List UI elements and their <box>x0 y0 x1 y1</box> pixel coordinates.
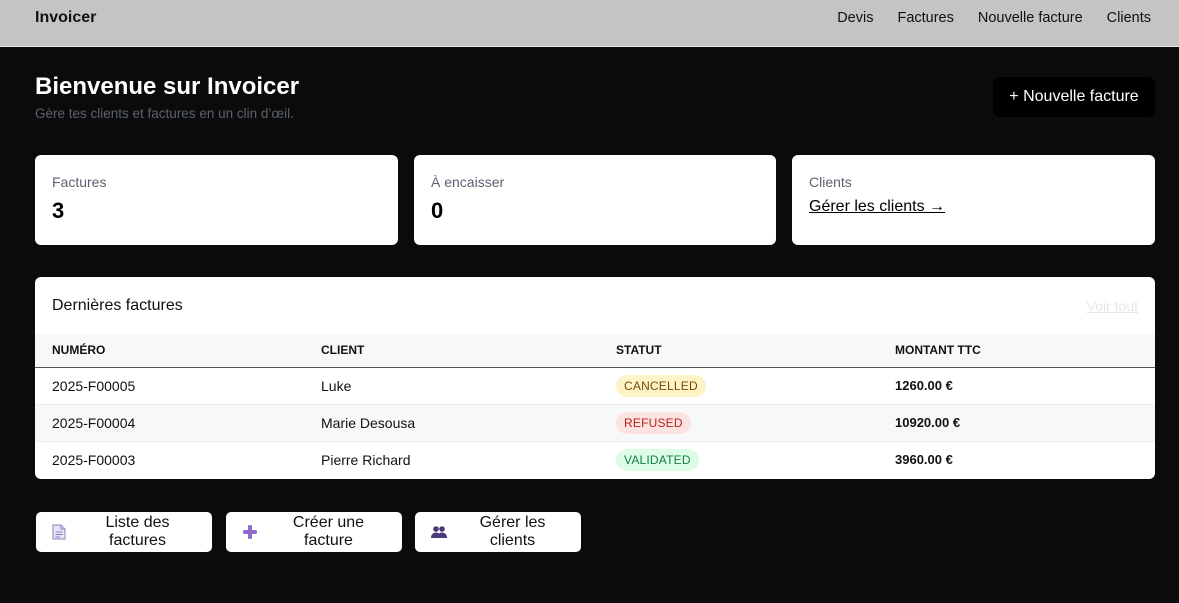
quick-action-manage-clients[interactable]: Gérer les clients <box>415 512 581 552</box>
manage-clients-link[interactable]: Gérer les clients → <box>809 198 1138 216</box>
invoice-client: Marie Desousa <box>304 404 599 442</box>
table-header-row: NUMÉRO CLIENT STATUT MONTANT TTC <box>35 334 1155 368</box>
stat-card-clients: Clients Gérer les clients → <box>792 155 1155 245</box>
invoice-amount: 1260.00 € <box>878 367 1155 405</box>
invoice-amount: 3960.00 € <box>895 452 953 468</box>
top-navbar: Invoicer Devis Factures Nouvelle facture… <box>0 0 1179 47</box>
status-badge: CANCELLED <box>616 374 706 397</box>
invoice-client: Pierre Richard <box>321 451 411 468</box>
page-subtitle: Gère tes clients et factures en un clin … <box>35 106 294 121</box>
column-header-status: STATUT <box>599 334 878 368</box>
new-invoice-button[interactable]: + Nouvelle facture <box>993 77 1155 117</box>
table-row[interactable]: 2025-F00005 Luke CANCELLED 1260.00 € <box>35 367 1155 405</box>
invoices-table: NUMÉRO CLIENT STATUT MONTANT TTC 2025-F0… <box>35 334 1155 478</box>
quick-action-label: Liste des factures <box>105 514 170 549</box>
document-icon <box>52 524 66 540</box>
quick-action-label: Gérer les clients <box>479 514 546 549</box>
invoice-client: Luke <box>304 367 599 405</box>
nav-item-nouvelle-facture[interactable]: Nouvelle facture <box>978 10 1083 26</box>
stat-card-to-collect: À encaisser 0 <box>414 155 776 245</box>
invoice-number: 2025-F00005 <box>35 367 304 405</box>
column-header-client: CLIENT <box>304 334 599 368</box>
nav-item-clients[interactable]: Clients <box>1107 10 1151 26</box>
recent-invoices-panel: Dernières factures Voir tout NUMÉRO CLIE… <box>35 277 1155 479</box>
quick-action-create-invoice[interactable]: Créer une facture <box>226 512 402 552</box>
plus-icon <box>242 524 258 540</box>
main-nav: Devis Factures Nouvelle facture Clients <box>837 10 1151 26</box>
page-title: Bienvenue sur Invoicer <box>35 73 300 100</box>
stat-label: À encaisser <box>431 174 505 190</box>
see-all-link[interactable]: Voir tout <box>1087 298 1138 314</box>
stat-value: 0 <box>431 198 444 223</box>
column-header-amount: MONTANT TTC <box>878 334 1155 368</box>
stat-label: Factures <box>52 174 107 190</box>
stat-label: Clients <box>809 174 852 190</box>
table-row[interactable]: 2025-F00004 Marie Desousa REFUSED 10920.… <box>35 404 1155 442</box>
nav-item-devis[interactable]: Devis <box>837 10 873 26</box>
quick-action-invoice-list[interactable]: Liste des factures <box>36 512 212 552</box>
stat-value: 3 <box>52 198 65 223</box>
panel-title: Dernières factures <box>52 297 183 314</box>
table-row[interactable]: 2025-F00003 Pierre Richard VALIDATED 396… <box>35 441 1155 478</box>
nav-item-factures[interactable]: Factures <box>897 10 953 26</box>
people-icon <box>431 525 447 539</box>
quick-action-label: Créer une facture <box>292 514 365 549</box>
invoice-amount: 10920.00 € <box>878 404 1155 442</box>
app-brand[interactable]: Invoicer <box>35 9 96 27</box>
status-badge: VALIDATED <box>616 448 699 471</box>
column-header-number: NUMÉRO <box>35 334 304 368</box>
stat-card-invoices: Factures 3 <box>35 155 398 245</box>
invoice-number: 2025-F00003 <box>52 451 136 468</box>
status-badge: REFUSED <box>616 411 691 434</box>
invoice-number: 2025-F00004 <box>35 404 304 442</box>
